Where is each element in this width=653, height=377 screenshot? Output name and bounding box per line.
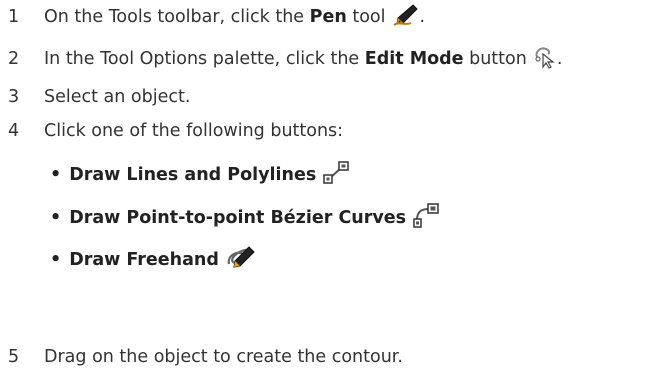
step-text: Select an object. xyxy=(44,87,191,107)
option-draw-freehand: • Draw Freehand xyxy=(50,245,257,275)
step-text: Drag on the object to create the contour… xyxy=(44,347,403,367)
step-number: 5 xyxy=(8,347,20,367)
step-text-pre: On the Tools toolbar, click the xyxy=(44,7,310,27)
step-text-pre: In the Tool Options palette, click the xyxy=(44,49,365,69)
draw-lines-polylines-icon xyxy=(322,160,350,191)
step-number: 2 xyxy=(8,49,20,69)
option-label: Draw Lines and Polylines xyxy=(69,165,317,185)
edit-mode-label: Edit Mode xyxy=(364,49,464,69)
step-text-post: button xyxy=(463,49,527,69)
option-label: Draw Point-to-point Bézier Curves xyxy=(69,208,407,228)
pen-tool-label: Pen xyxy=(309,7,347,27)
bullet: • xyxy=(50,208,62,228)
step-number: 3 xyxy=(8,87,20,107)
option-draw-bezier-curves: • Draw Point-to-point Bézier Curves xyxy=(50,202,440,234)
option-label: Draw Freehand xyxy=(69,250,219,270)
step-text: On the Tools toolbar, click the Pen tool… xyxy=(44,3,425,32)
bullet: • xyxy=(50,250,62,270)
step-text-post: tool xyxy=(346,7,386,27)
edit-mode-icon xyxy=(533,45,557,74)
pen-tool-icon xyxy=(391,3,419,32)
step-text-tail: . xyxy=(556,49,563,69)
step-text: In the Tool Options palette, click the E… xyxy=(44,45,562,74)
draw-freehand-icon xyxy=(225,244,257,277)
draw-bezier-curves-icon xyxy=(412,202,440,234)
bullet: • xyxy=(50,165,62,185)
step-text: Click one of the following buttons: xyxy=(44,121,344,141)
step-text-tail: . xyxy=(419,7,426,27)
step-number: 1 xyxy=(8,7,20,27)
step-number: 4 xyxy=(8,121,20,141)
option-draw-lines-polylines: • Draw Lines and Polylines xyxy=(50,160,350,190)
